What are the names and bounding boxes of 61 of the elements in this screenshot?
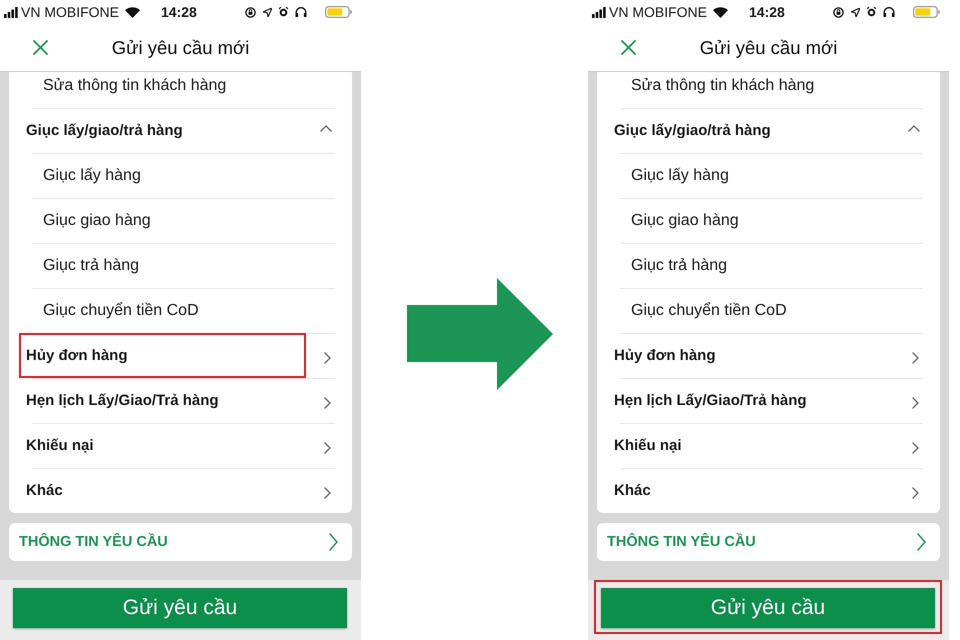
wifi-icon — [713, 6, 728, 18]
chevron-up-icon[interactable] — [320, 125, 332, 132]
signal-icon — [592, 6, 606, 18]
section-label: THÔNG TIN YÊU CẦU — [19, 534, 168, 550]
orientation-lock-icon — [833, 6, 844, 18]
menu-item[interactable]: Hủy đơn hàng — [607, 333, 894, 378]
status-time: 14:28 — [749, 4, 785, 20]
submit-button[interactable]: Gửi yêu cầu — [13, 588, 347, 628]
submenu-item[interactable]: Giục trả hàng — [19, 243, 306, 288]
menu-item[interactable]: Giục lấy/giao/trả hàng — [19, 108, 306, 153]
menu-item[interactable]: Khác — [607, 468, 894, 513]
chevron-right-icon — [329, 533, 338, 551]
submenu-item[interactable]: Giục lấy hàng — [19, 153, 306, 198]
chevron-right-icon[interactable] — [912, 396, 919, 408]
carrier-name: VN MOBIFONE — [609, 4, 708, 20]
alarm-clock-icon — [279, 7, 288, 17]
location-icon — [851, 8, 860, 16]
submenu-item[interactable]: Giục chuyển tiền CoD — [607, 288, 894, 333]
wifi-icon — [125, 6, 140, 18]
battery-icon — [913, 6, 940, 18]
battery-icon — [325, 6, 352, 18]
orientation-lock-icon — [245, 6, 256, 18]
screen-title: Gửi yêu cầu mới — [110, 36, 250, 58]
submenu-item[interactable]: Giục chuyển tiền CoD — [19, 288, 306, 333]
info-section[interactable]: THÔNG TIN YÊU CẦU — [9, 523, 352, 561]
submenu-item[interactable]: Sửa thông tin khách hàng — [607, 72, 894, 108]
info-section[interactable]: THÔNG TIN YÊU CẦU — [597, 523, 940, 561]
submenu-item[interactable]: Sửa thông tin khách hàng — [19, 72, 306, 108]
menu-item[interactable]: Hẹn lịch Lấy/Giao/Trả hàng — [607, 378, 894, 423]
alarm-clock-icon — [867, 7, 876, 17]
submit-button[interactable]: Gửi yêu cầu — [601, 588, 935, 628]
status-time: 14:28 — [161, 4, 197, 20]
section-label: THÔNG TIN YÊU CẦU — [607, 534, 756, 550]
chevron-right-icon — [917, 533, 926, 551]
chevron-right-icon[interactable] — [324, 396, 331, 408]
arrow-icon — [407, 278, 553, 390]
chevron-right-icon[interactable] — [912, 486, 919, 498]
chevron-right-icon[interactable] — [912, 352, 919, 364]
menu-item[interactable]: Khác — [19, 468, 306, 513]
headphones-icon — [295, 7, 307, 17]
menu-item[interactable]: Hẹn lịch Lấy/Giao/Trả hàng — [19, 378, 306, 423]
headphones-icon — [883, 7, 895, 17]
location-icon — [263, 8, 272, 16]
submenu-item[interactable]: Giục trả hàng — [607, 243, 894, 288]
chevron-up-icon[interactable] — [908, 125, 920, 132]
chevron-right-icon[interactable] — [324, 352, 331, 364]
submenu-item[interactable]: Giục giao hàng — [19, 198, 306, 243]
submenu-item[interactable]: Giục lấy hàng — [607, 153, 894, 198]
menu-item[interactable]: Khiếu nại — [607, 423, 894, 468]
close-icon[interactable] — [621, 40, 636, 55]
chevron-right-icon[interactable] — [324, 442, 331, 454]
screen-title: Gửi yêu cầu mới — [698, 36, 838, 58]
menu-item[interactable]: Giục lấy/giao/trả hàng — [607, 108, 894, 153]
submenu-item[interactable]: Giục giao hàng — [607, 198, 894, 243]
signal-icon — [4, 6, 18, 18]
close-icon[interactable] — [33, 40, 48, 55]
chevron-right-icon[interactable] — [324, 486, 331, 498]
chevron-right-icon[interactable] — [912, 442, 919, 454]
menu-item[interactable]: Khiếu nại — [19, 423, 306, 468]
menu-item[interactable]: Hủy đơn hàng — [19, 333, 306, 378]
carrier-name: VN MOBIFONE — [21, 4, 120, 20]
